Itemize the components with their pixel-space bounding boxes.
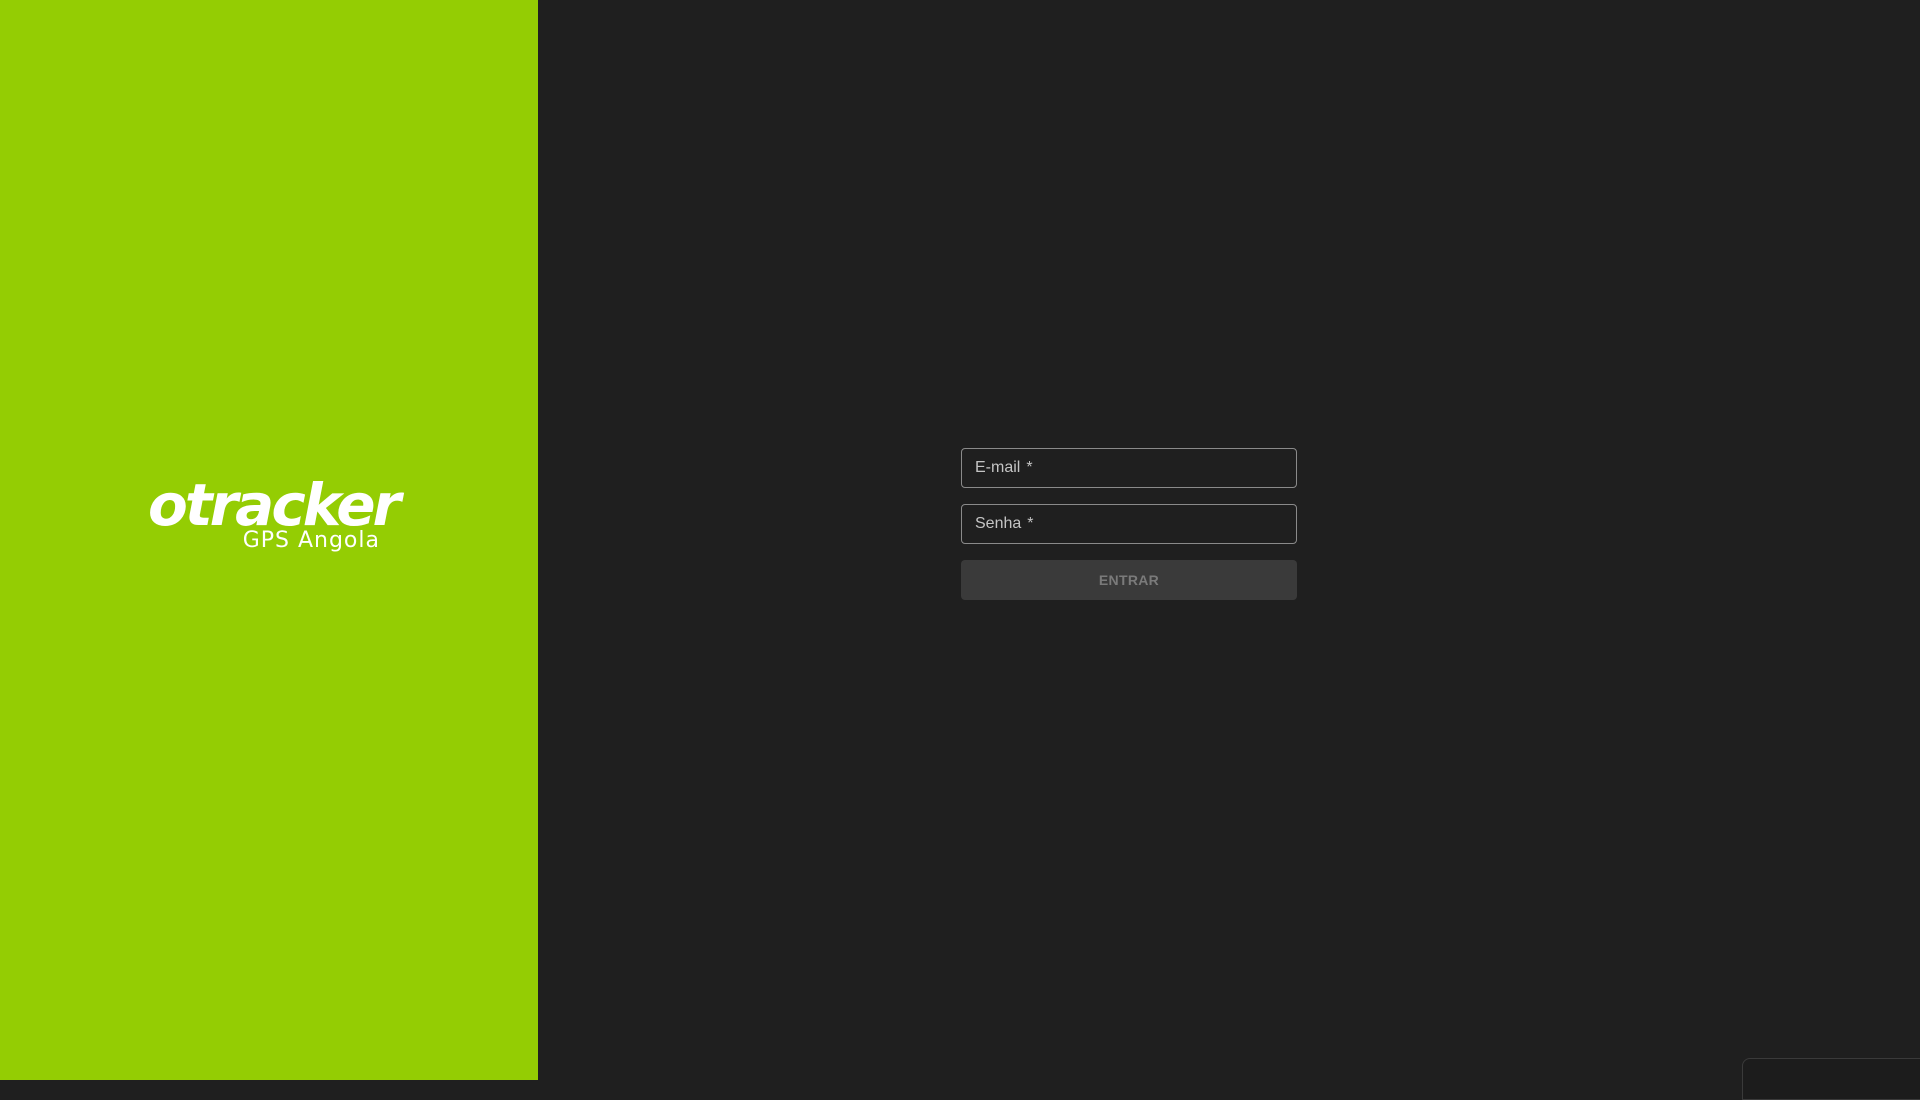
email-field[interactable]: E-mail * <box>961 448 1297 488</box>
email-field-label: E-mail <box>975 459 1021 476</box>
password-field[interactable]: Senha * <box>961 504 1297 544</box>
logo-subtitle: GPS Angola <box>242 528 380 553</box>
login-form: E-mail * Senha * ENTRAR <box>961 448 1297 600</box>
corner-widget[interactable] <box>1742 1058 1920 1100</box>
password-required-mark: * <box>1027 515 1034 532</box>
password-field-label: Senha <box>975 515 1022 532</box>
login-button[interactable]: ENTRAR <box>961 560 1297 600</box>
brand-panel: otracker GPS Angola <box>0 0 538 1080</box>
email-required-mark: * <box>1026 459 1033 476</box>
otracker-logo: otracker GPS Angola <box>148 471 401 560</box>
